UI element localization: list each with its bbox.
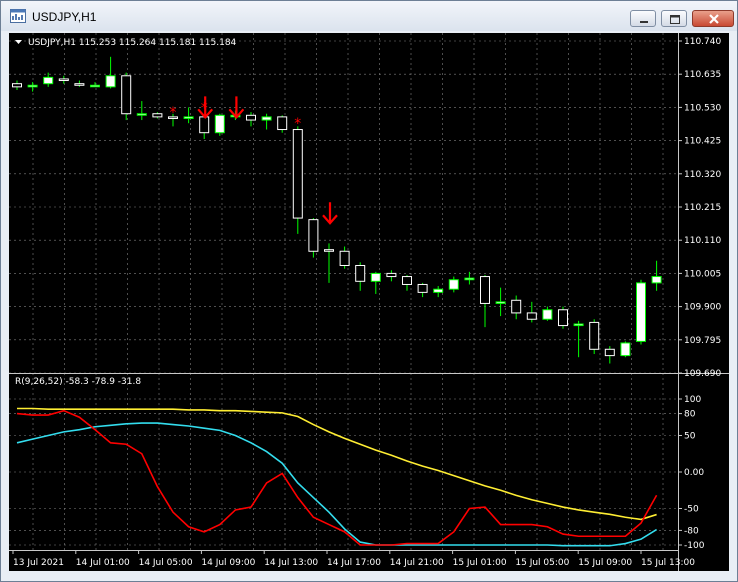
candle-body [355, 264, 366, 282]
price-label: 110.320 [684, 170, 721, 180]
candle-body [292, 129, 303, 219]
candle-body [199, 116, 210, 134]
collapse-triangle-icon[interactable] [15, 40, 22, 44]
candlesticks [12, 56, 662, 364]
candle-body [464, 277, 475, 281]
level-label: -80 [684, 526, 699, 536]
candle-body [136, 113, 147, 116]
level-label: -100 [684, 541, 705, 551]
candle-body [90, 84, 100, 88]
candle-body [261, 116, 272, 121]
candle-body [604, 348, 615, 357]
time-label: 15 Jul 13:00 [641, 558, 695, 568]
time-label: 15 Jul 09:00 [578, 558, 632, 568]
candle-body [526, 312, 537, 320]
close-icon [709, 14, 719, 24]
time-scale[interactable]: 13 Jul 2021 14 Jul 01:00 14 Jul 05:00 14 Ju… [12, 550, 695, 568]
candle-body [620, 342, 631, 357]
chart-window: USDJPY,H1 * * * USDJPY,H1 115.253 115.264 … [0, 0, 738, 582]
down-arrow-icon [322, 202, 338, 225]
down-arrow-icon [228, 96, 245, 120]
candle-body [448, 279, 459, 290]
close-button[interactable] [692, 10, 734, 27]
time-label: 14 Jul 01:00 [76, 558, 130, 568]
time-label: 14 Jul 21:00 [390, 558, 444, 568]
price-label: 109.795 [684, 336, 721, 346]
time-label: 15 Jul 05:00 [515, 558, 569, 568]
price-label: 110.425 [684, 137, 721, 147]
price-label: 110.215 [684, 203, 721, 213]
candle-body [433, 288, 444, 293]
candle-body [402, 276, 412, 285]
candle-body [105, 75, 116, 88]
minimize-icon [640, 21, 648, 23]
price-chart[interactable]: * * * USDJPY,H1 115.253 115.264 115.181 11… [9, 33, 729, 571]
candle-body [58, 78, 69, 82]
candle-body [511, 299, 522, 314]
candle-body [558, 309, 568, 327]
price-label: 110.110 [684, 236, 721, 246]
candle-body [324, 249, 334, 252]
price-label: 109.690 [684, 369, 721, 379]
indicator-panel-header: R(9,26,52) -58.3 -78.9 -31.8 [15, 377, 141, 387]
candle-body [121, 75, 132, 115]
maximize-button[interactable] [661, 10, 687, 27]
time-label: 14 Jul 09:00 [201, 558, 255, 568]
candle-body [495, 301, 506, 304]
price-label: 110.005 [684, 269, 721, 279]
candle-body [542, 309, 553, 320]
price-label: 110.635 [684, 70, 721, 80]
candle-body [74, 83, 85, 86]
candle-body [152, 113, 163, 118]
indicator-scale[interactable]: 100 80 50 0.00 -50 -80 -100 [678, 395, 705, 551]
minimize-button[interactable] [630, 10, 656, 27]
candle-body [636, 282, 646, 342]
time-label: 15 Jul 01:00 [453, 558, 507, 568]
candle-body [370, 272, 381, 282]
candle-body [277, 116, 288, 131]
time-label: 14 Jul 17:00 [327, 558, 381, 568]
time-label: 14 Jul 05:00 [139, 558, 193, 568]
level-label: 50 [684, 432, 696, 442]
time-label: 14 Jul 13:00 [264, 558, 318, 568]
candle-body [480, 276, 490, 304]
level-label: -50 [684, 505, 699, 515]
chart-window-icon [10, 9, 26, 23]
candle-body [12, 83, 22, 88]
candle-body [43, 76, 54, 85]
grid [9, 33, 678, 550]
time-label: 13 Jul 2021 [13, 558, 64, 568]
star-marker: * [201, 100, 208, 116]
main-panel-header: USDJPY,H1 115.253 115.264 115.181 115.18… [28, 38, 237, 48]
candle-body [589, 321, 600, 350]
price-label: 110.530 [684, 103, 721, 113]
restore-icon [670, 15, 680, 24]
star-marker: * [170, 105, 177, 121]
level-label: 80 [684, 410, 696, 420]
candle-body [651, 276, 662, 284]
price-scale[interactable]: 110.740 110.635 110.530 110.425 110.320 110.2… [678, 37, 721, 379]
candle-body [308, 219, 319, 252]
price-label: 109.900 [684, 303, 721, 313]
candle-body [27, 84, 38, 88]
candle-body [214, 114, 225, 134]
candle-body [246, 114, 256, 121]
star-marker: * [294, 116, 301, 132]
window-title: USDJPY,H1 [32, 10, 97, 24]
title-bar[interactable]: USDJPY,H1 [1, 1, 737, 31]
indicator-lines [16, 407, 658, 547]
chart-canvas[interactable]: * * * USDJPY,H1 115.253 115.264 115.181 11… [9, 33, 729, 571]
candle-body [339, 250, 350, 266]
candle-body [183, 116, 194, 119]
level-label: 100 [684, 395, 701, 405]
candle-body [417, 283, 428, 293]
candle-body [386, 272, 397, 278]
price-label: 110.740 [684, 37, 721, 47]
candle-body [573, 323, 584, 327]
red-line [16, 409, 658, 546]
level-label: 0.00 [684, 468, 704, 478]
